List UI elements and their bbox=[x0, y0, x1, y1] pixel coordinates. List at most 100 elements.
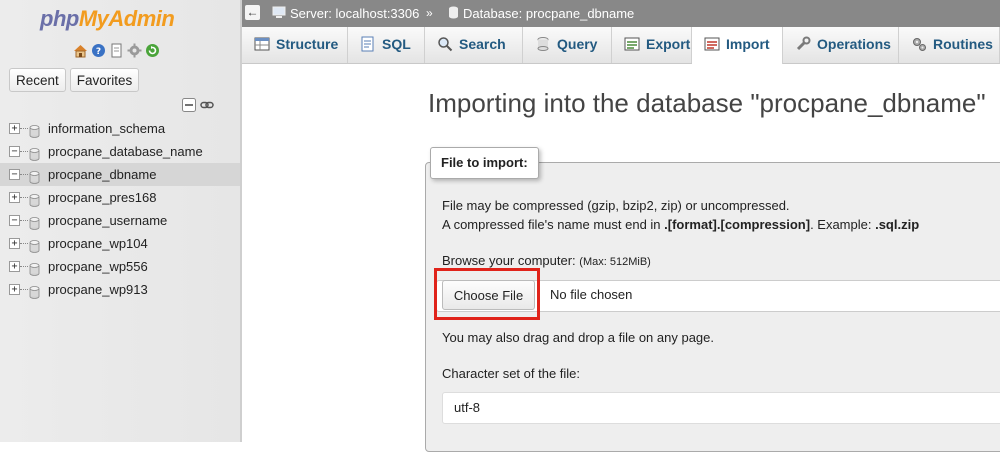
tree-connector bbox=[20, 243, 28, 244]
favorites-button[interactable]: Favorites bbox=[69, 68, 140, 92]
database-item[interactable]: + procpane_wp104 bbox=[0, 232, 240, 255]
link-with-main-panel-icon[interactable] bbox=[200, 98, 214, 115]
server-icon bbox=[272, 1, 286, 28]
tree-controls bbox=[182, 98, 214, 115]
database-icon bbox=[29, 214, 40, 230]
breadcrumb-server[interactable]: Server: localhost:3306 bbox=[272, 0, 419, 28]
tab-sql[interactable]: SQL bbox=[348, 27, 425, 63]
tab-structure[interactable]: Structure bbox=[242, 27, 348, 63]
database-name: procpane_pres168 bbox=[48, 190, 157, 205]
database-item[interactable]: − procpane_database_name bbox=[0, 140, 240, 163]
tree-connector bbox=[20, 289, 28, 290]
page-title: Importing into the database "procpane_db… bbox=[428, 88, 986, 118]
database-item[interactable]: + procpane_pres168 bbox=[0, 186, 240, 209]
expand-toggle-icon[interactable]: − bbox=[9, 215, 20, 226]
tab-label: SQL bbox=[382, 36, 411, 52]
database-icon bbox=[29, 145, 40, 161]
navigation-panel: phpMyAdmin ? Recent Favorites + informati… bbox=[0, 0, 241, 442]
database-item[interactable]: − procpane_username bbox=[0, 209, 240, 232]
database-name: procpane_wp104 bbox=[48, 236, 148, 251]
tree-connector bbox=[20, 151, 28, 152]
tab-import[interactable]: Import bbox=[692, 27, 783, 64]
compression-format-note: A compressed file's name must end in .[f… bbox=[442, 217, 920, 232]
database-name: procpane_database_name bbox=[48, 144, 203, 159]
reload-icon[interactable] bbox=[145, 43, 160, 58]
highlight-box bbox=[434, 268, 540, 320]
home-icon[interactable] bbox=[73, 43, 88, 58]
database-name: procpane_dbname bbox=[48, 167, 157, 182]
file-status: No file chosen bbox=[550, 287, 633, 302]
phpmyadmin-logo[interactable]: phpMyAdmin bbox=[40, 6, 175, 32]
tree-connector bbox=[20, 174, 28, 175]
search-icon bbox=[437, 36, 459, 52]
max-upload-size: (Max: 512MiB) bbox=[579, 256, 651, 268]
database-name: procpane_wp556 bbox=[48, 259, 148, 274]
routines-icon bbox=[911, 36, 933, 52]
charset-label: Character set of the file: bbox=[442, 366, 581, 381]
database-icon bbox=[29, 237, 40, 253]
format-pattern: .[format].[compression] bbox=[664, 217, 811, 232]
operations-icon bbox=[795, 36, 817, 52]
tree-connector bbox=[20, 266, 28, 267]
settings-icon[interactable] bbox=[127, 43, 142, 58]
database-icon bbox=[29, 283, 40, 299]
structure-icon bbox=[254, 36, 276, 52]
tab-search[interactable]: Search bbox=[425, 27, 523, 63]
expand-toggle-icon[interactable]: + bbox=[9, 192, 20, 203]
drag-drop-hint: You may also drag and drop a file on any… bbox=[442, 330, 714, 345]
database-tree: + information_schema − procpane_database_na… bbox=[0, 117, 240, 301]
compression-note: File may be compressed (gzip, bzip2, zip… bbox=[442, 198, 790, 213]
tab-label: Search bbox=[459, 36, 506, 52]
charset-select[interactable]: utf-8 bbox=[442, 392, 1000, 424]
collapse-nav-arrow-icon[interactable]: ← bbox=[245, 5, 260, 20]
tab-query[interactable]: Query bbox=[523, 27, 612, 63]
database-item[interactable]: + information_schema bbox=[0, 117, 240, 140]
export-icon bbox=[624, 36, 646, 52]
browse-label: Browse your computer: (Max: 512MiB) bbox=[442, 253, 651, 268]
database-item[interactable]: − procpane_dbname bbox=[0, 163, 240, 186]
tab-label: Export bbox=[646, 36, 691, 52]
sql-icon bbox=[360, 36, 382, 52]
database-name: procpane_username bbox=[48, 213, 168, 228]
query-icon bbox=[535, 36, 557, 52]
fieldset-legend: File to import: bbox=[430, 147, 539, 179]
recent-button[interactable]: Recent bbox=[9, 68, 66, 92]
database-icon bbox=[29, 191, 40, 207]
breadcrumb-separator: » bbox=[426, 6, 433, 20]
expand-toggle-icon[interactable]: + bbox=[9, 261, 20, 272]
collapse-all-icon[interactable] bbox=[182, 98, 196, 115]
tree-connector bbox=[20, 220, 28, 221]
database-item[interactable]: + procpane_wp556 bbox=[0, 255, 240, 278]
breadcrumb-database[interactable]: Database: procpane_dbname bbox=[448, 0, 634, 28]
tab-label: Structure bbox=[276, 36, 339, 52]
breadcrumb-database-label: Database: procpane_dbname bbox=[463, 6, 635, 21]
expand-toggle-icon[interactable]: + bbox=[9, 284, 20, 295]
tab-routines[interactable]: Routines bbox=[899, 27, 1000, 63]
svg-text:?: ? bbox=[96, 47, 101, 57]
docs-icon[interactable] bbox=[109, 43, 124, 58]
breadcrumb-bar: ← Server: localhost:3306 » Database: pro… bbox=[242, 0, 1000, 27]
database-name: information_schema bbox=[48, 121, 166, 136]
tree-connector bbox=[20, 197, 28, 198]
tab-operations[interactable]: Operations bbox=[783, 27, 899, 63]
database-icon bbox=[29, 168, 40, 184]
breadcrumb-server-label: Server: localhost:3306 bbox=[290, 6, 420, 21]
panel-resizer[interactable] bbox=[240, 0, 242, 442]
example-extension: .sql.zip bbox=[875, 217, 920, 232]
expand-toggle-icon[interactable]: − bbox=[9, 146, 20, 157]
database-icon bbox=[29, 260, 40, 276]
help-icon[interactable]: ? bbox=[91, 43, 106, 58]
import-icon bbox=[704, 36, 726, 52]
tree-connector bbox=[20, 128, 28, 129]
expand-toggle-icon[interactable]: − bbox=[9, 169, 20, 180]
nav-icon-bar: ? bbox=[73, 43, 160, 58]
tab-label: Query bbox=[557, 36, 598, 52]
tab-export[interactable]: Export bbox=[612, 27, 692, 63]
expand-toggle-icon[interactable]: + bbox=[9, 123, 20, 134]
nav-tabs: Recent Favorites bbox=[9, 68, 140, 92]
tab-label: Import bbox=[726, 36, 770, 52]
tab-label: Routines bbox=[933, 36, 993, 52]
database-icon bbox=[448, 1, 459, 28]
expand-toggle-icon[interactable]: + bbox=[9, 238, 20, 249]
database-item[interactable]: + procpane_wp913 bbox=[0, 278, 240, 301]
